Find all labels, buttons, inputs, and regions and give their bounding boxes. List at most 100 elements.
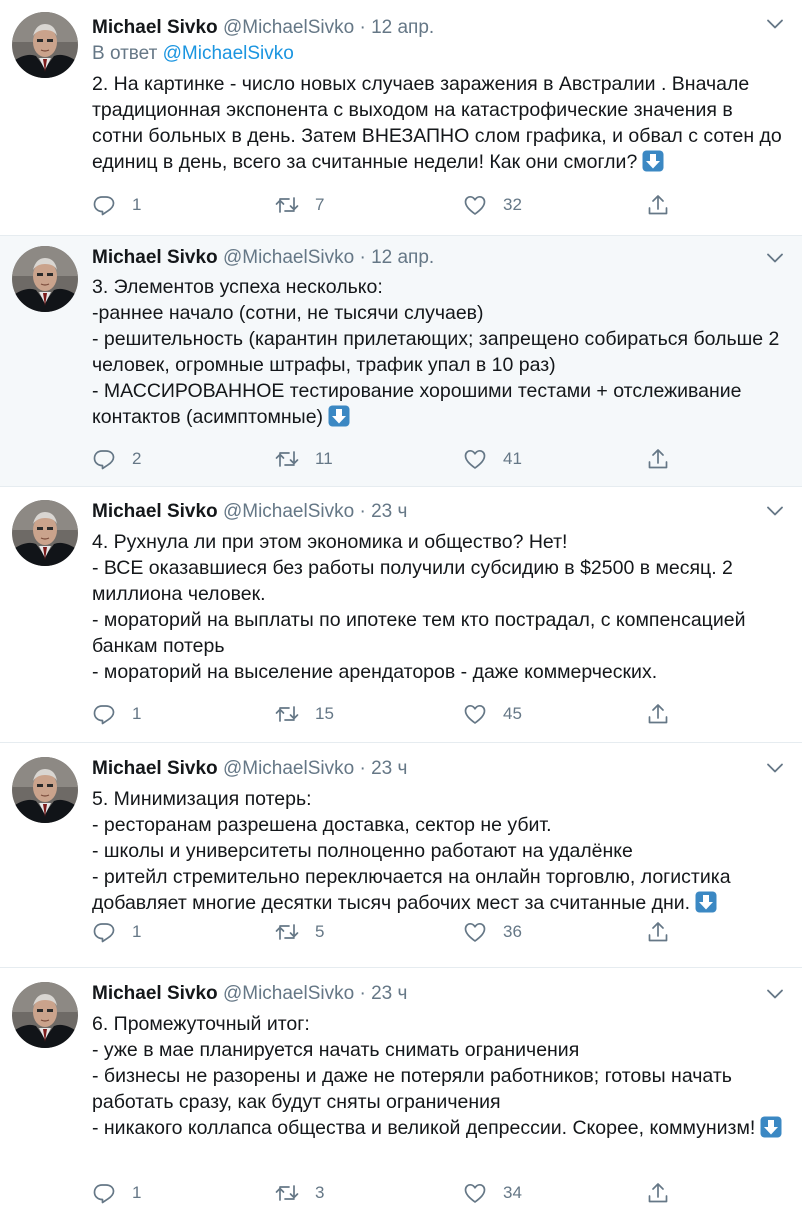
author-name[interactable]: Michael Sivko <box>92 247 218 268</box>
retweet-button[interactable]: 3 <box>275 1180 324 1206</box>
tweet-item[interactable]: Michael Sivko @MichaelSivko · 23 ч 5. Ми… <box>0 743 802 968</box>
like-count: 36 <box>503 922 522 941</box>
down-arrow-emoji <box>328 405 350 427</box>
tweet-thread: Michael Sivko @MichaelSivko · 12 апр. В … <box>0 0 802 1228</box>
tweet-item[interactable]: Michael Sivko @MichaelSivko · 12 апр. В … <box>0 0 802 236</box>
avatar[interactable] <box>12 757 78 823</box>
timestamp[interactable]: 23 ч <box>371 758 407 779</box>
like-button[interactable]: 41 <box>463 446 522 472</box>
retweet-count: 11 <box>315 449 333 468</box>
retweet-button[interactable]: 15 <box>275 701 334 727</box>
retweet-count: 7 <box>315 195 325 214</box>
heart-icon <box>463 1181 487 1205</box>
share-button[interactable] <box>646 1180 686 1206</box>
reply-to-label: В ответ <box>92 43 163 64</box>
down-arrow-emoji <box>695 891 717 913</box>
author-name[interactable]: Michael Sivko <box>92 758 218 779</box>
tweet-item[interactable]: Michael Sivko @MichaelSivko · 23 ч 4. Ру… <box>0 487 802 743</box>
tweet-header: Michael Sivko @MichaelSivko · 23 ч <box>92 981 784 1007</box>
tweet-item[interactable]: Michael Sivko @MichaelSivko · 12 апр. 3.… <box>0 236 802 487</box>
tweet-actions: 1 5 36 <box>92 919 692 945</box>
timestamp[interactable]: 23 ч <box>371 501 407 522</box>
tweet-actions: 1 7 32 <box>92 192 692 218</box>
separator: · <box>354 758 372 779</box>
author-handle[interactable]: @MichaelSivko <box>223 17 354 38</box>
reply-count: 2 <box>132 449 142 468</box>
retweet-button[interactable]: 7 <box>275 192 324 218</box>
author-handle[interactable]: @MichaelSivko <box>223 247 354 268</box>
timestamp[interactable]: 12 апр. <box>371 17 434 38</box>
separator: · <box>354 983 372 1004</box>
like-button[interactable]: 32 <box>463 192 522 218</box>
reply-icon <box>92 193 116 217</box>
heart-icon <box>463 702 487 726</box>
retweet-button[interactable]: 11 <box>275 446 333 472</box>
reply-icon <box>92 920 116 944</box>
retweet-count: 5 <box>315 922 325 941</box>
author-handle[interactable]: @MichaelSivko <box>223 501 354 522</box>
heart-icon <box>463 920 487 944</box>
avatar[interactable] <box>12 12 78 78</box>
share-icon <box>646 193 670 217</box>
tweet-header: Michael Sivko @MichaelSivko · 23 ч <box>92 499 784 525</box>
avatar[interactable] <box>12 246 78 312</box>
reply-icon <box>92 1181 116 1205</box>
share-icon <box>646 447 670 471</box>
separator: · <box>354 247 372 268</box>
retweet-icon <box>275 702 299 726</box>
author-handle[interactable]: @MichaelSivko <box>223 983 354 1004</box>
reply-button[interactable]: 2 <box>92 446 141 472</box>
author-name[interactable]: Michael Sivko <box>92 17 218 38</box>
share-icon <box>646 702 670 726</box>
timestamp[interactable]: 12 апр. <box>371 247 434 268</box>
reply-button[interactable]: 1 <box>92 192 141 218</box>
separator: · <box>354 501 372 522</box>
retweet-icon <box>275 1181 299 1205</box>
tweet-text: 6. Промежуточный итог: - уже в мае плани… <box>92 1013 756 1139</box>
tweet-item[interactable]: Michael Sivko @MichaelSivko · 23 ч 6. Пр… <box>0 968 802 1228</box>
retweet-icon <box>275 447 299 471</box>
reply-button[interactable]: 1 <box>92 701 141 727</box>
share-icon <box>646 920 670 944</box>
retweet-count: 15 <box>315 704 334 723</box>
reply-button[interactable]: 1 <box>92 1180 141 1206</box>
reply-button[interactable]: 1 <box>92 919 141 945</box>
tweet-text: 4. Рухнула ли при этом экономика и общес… <box>92 531 746 683</box>
reply-count: 1 <box>132 1183 142 1202</box>
reply-count: 1 <box>132 704 142 723</box>
author-name[interactable]: Michael Sivko <box>92 983 218 1004</box>
share-button[interactable] <box>646 192 686 218</box>
heart-icon <box>463 447 487 471</box>
timestamp[interactable]: 23 ч <box>371 983 407 1004</box>
tweet-actions: 2 11 41 <box>92 446 692 472</box>
avatar[interactable] <box>12 982 78 1048</box>
like-button[interactable]: 45 <box>463 701 522 727</box>
share-button[interactable] <box>646 701 686 727</box>
reply-count: 1 <box>132 195 142 214</box>
like-count: 32 <box>503 195 522 214</box>
down-arrow-emoji <box>642 150 664 172</box>
tweet-actions: 1 3 34 <box>92 1180 692 1206</box>
like-count: 41 <box>503 449 522 468</box>
reply-to-handle-link[interactable]: @MichaelSivko <box>163 43 294 64</box>
tweet-header: Michael Sivko @MichaelSivko · 12 апр. <box>92 245 784 271</box>
share-icon <box>646 1181 670 1205</box>
tweet-text: 3. Элементов успеха несколько: -раннее н… <box>92 276 780 428</box>
reply-count: 1 <box>132 922 142 941</box>
retweet-button[interactable]: 5 <box>275 919 324 945</box>
share-button[interactable] <box>646 446 686 472</box>
tweet-text: 2. На картинке - число новых случаев зар… <box>92 73 782 173</box>
avatar[interactable] <box>12 500 78 566</box>
like-button[interactable]: 36 <box>463 919 522 945</box>
reply-icon <box>92 702 116 726</box>
like-button[interactable]: 34 <box>463 1180 522 1206</box>
like-count: 34 <box>503 1183 522 1202</box>
tweet-header: Michael Sivko @MichaelSivko · 23 ч <box>92 756 784 782</box>
author-handle[interactable]: @MichaelSivko <box>223 758 354 779</box>
tweet-text: 5. Минимизация потерь: - ресторанам разр… <box>92 788 731 914</box>
retweet-icon <box>275 193 299 217</box>
author-name[interactable]: Michael Sivko <box>92 501 218 522</box>
tweet-actions: 1 15 45 <box>92 701 692 727</box>
like-count: 45 <box>503 704 522 723</box>
share-button[interactable] <box>646 919 686 945</box>
